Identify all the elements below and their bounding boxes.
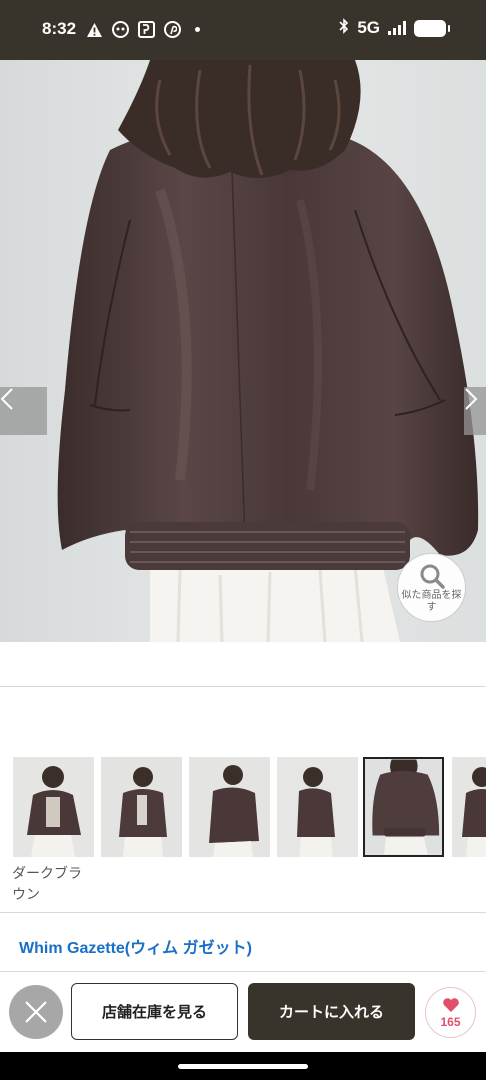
divider (0, 686, 486, 687)
chevron-left-icon (0, 388, 13, 410)
thumbnail-photo (13, 757, 94, 857)
store-stock-button[interactable]: 店舗在庫を見る (71, 983, 238, 1040)
signal-icon (388, 21, 406, 35)
status-time: 8:32 (42, 19, 77, 38)
app-face-icon (112, 21, 129, 38)
color-caption: ダークブラウン (12, 866, 82, 903)
product-main-image[interactable] (0, 60, 486, 642)
battery-icon (414, 19, 450, 37)
prev-image-button[interactable] (0, 387, 47, 435)
find-similar-button[interactable]: 似た商品を探す (397, 553, 466, 622)
close-icon (25, 1001, 47, 1023)
brand-link[interactable]: Whim Gazette(ウィム ガゼット) (19, 934, 252, 958)
network-type: 5G (357, 18, 380, 37)
alert-icon (86, 21, 103, 38)
status-more-dot (195, 27, 200, 32)
thumbnail-photo (101, 757, 182, 857)
bluetooth-icon (339, 18, 349, 38)
favorite-button[interactable]: 165 (425, 987, 476, 1038)
close-button[interactable] (9, 985, 63, 1039)
jacket-back-photo (0, 60, 486, 642)
divider (0, 912, 486, 913)
system-nav-bar (0, 1052, 486, 1080)
thumbnail-2[interactable] (101, 757, 182, 857)
thumbnail-3[interactable] (189, 757, 270, 857)
next-image-button[interactable] (464, 387, 486, 435)
bottom-action-bar: 店舗在庫を見る カートに入れる 165 (0, 972, 486, 1052)
app-p-icon (138, 21, 155, 38)
search-icon (420, 564, 445, 589)
add-to-cart-button[interactable]: カートに入れる (248, 983, 415, 1040)
thumbnail-6[interactable] (452, 757, 486, 857)
thumbnail-photo (277, 757, 358, 857)
pinterest-icon (164, 21, 181, 38)
heart-icon (442, 997, 459, 1012)
thumbnail-4[interactable] (277, 757, 358, 857)
thumbnail-strip[interactable] (13, 757, 486, 857)
thumbnail-1[interactable] (13, 757, 94, 857)
status-system-icons: 5G (339, 18, 450, 38)
thumbnail-photo (452, 757, 486, 857)
home-gesture-handle[interactable] (178, 1064, 308, 1069)
thumbnail-photo (365, 759, 442, 855)
favorite-count: 165 (440, 1014, 461, 1029)
status-notification-icons (86, 21, 181, 38)
status-bar: 8:32 5G (0, 0, 486, 60)
thumbnail-5-selected[interactable] (363, 757, 444, 857)
chevron-right-icon (465, 388, 478, 410)
thumbnail-photo (189, 757, 270, 857)
find-similar-label: 似た商品を探す (401, 590, 462, 613)
